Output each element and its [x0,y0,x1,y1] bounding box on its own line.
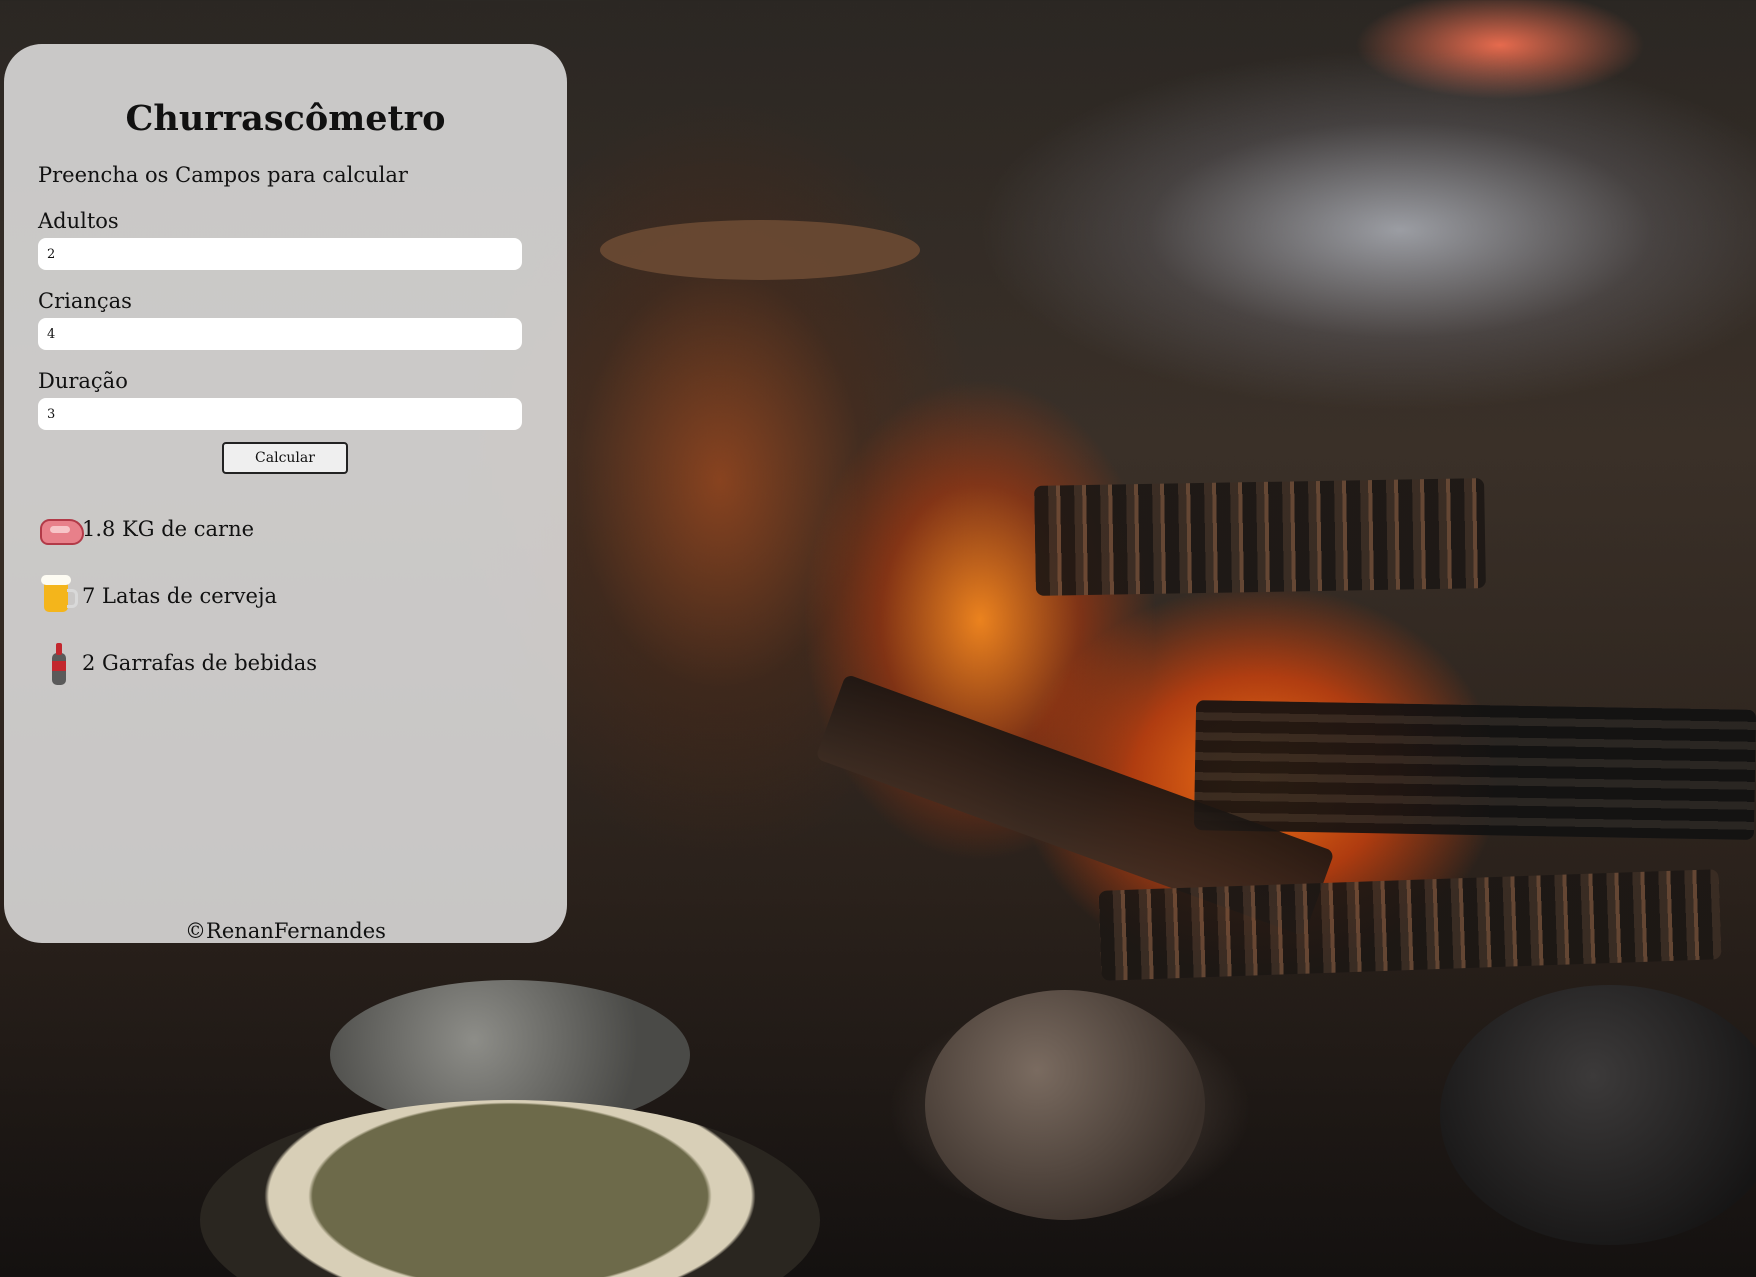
bottle-icon [38,643,82,685]
background-log [1034,478,1486,596]
background-rock [925,990,1205,1220]
background-rock [1440,985,1756,1245]
footer-credit: ©RenanFernandes [185,919,386,943]
result-drinks-text: 2 Garrafas de bebidas [82,651,317,675]
page-title: Churrascômetro [125,98,446,139]
background-log [600,220,920,280]
duration-input[interactable] [38,398,522,430]
children-input[interactable] [38,318,522,350]
duration-label: Duração [38,369,128,393]
result-drinks: 2 Garrafas de bebidas [38,643,317,685]
background-log [1193,700,1756,840]
beer-mug-icon [38,575,82,616]
instructions-text: Preencha os Campos para calcular [38,163,408,187]
adults-label: Adultos [38,209,119,233]
calculator-panel: Churrascômetro Preencha os Campos para c… [4,44,567,943]
steak-icon [38,509,84,549]
result-meat-text: 1.8 KG de carne [82,517,255,541]
result-beer: 7 Latas de cerveja [38,575,278,616]
background-pan [200,1100,820,1277]
children-label: Crianças [38,289,132,313]
calculate-button[interactable]: Calcular [222,442,348,474]
result-meat: 1.8 KG de carne [38,509,254,549]
adults-input[interactable] [38,238,522,270]
result-beer-text: 7 Latas de cerveja [82,584,278,608]
